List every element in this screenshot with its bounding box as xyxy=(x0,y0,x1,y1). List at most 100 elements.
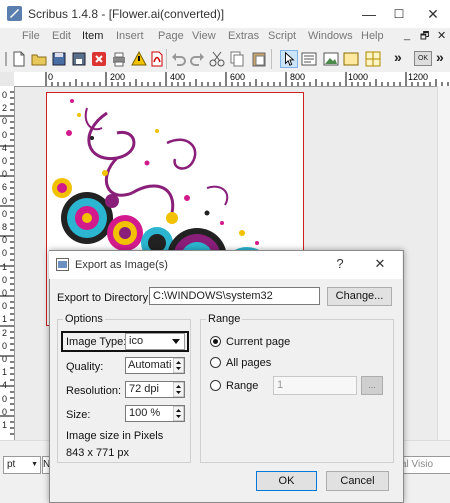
image-frame-icon[interactable] xyxy=(322,50,340,68)
vertical-scrollbar[interactable] xyxy=(437,86,450,440)
range-input[interactable]: 1 xyxy=(273,376,357,395)
ruler-label: 0 xyxy=(2,406,8,417)
render-frame-icon[interactable] xyxy=(342,50,360,68)
paste-icon[interactable] xyxy=(250,50,268,68)
range-title: Range xyxy=(206,313,243,325)
ruler-label: 1 xyxy=(2,261,8,272)
help-button[interactable]: ? xyxy=(327,253,353,275)
quality-value: Automatic xyxy=(128,359,172,371)
ruler-label: 200 xyxy=(110,72,126,82)
resolution-spinbox[interactable]: 72 dpi xyxy=(125,381,185,398)
close-document-icon[interactable] xyxy=(90,50,108,68)
menu-item[interactable]: Item xyxy=(82,30,103,42)
child-restore-button[interactable]: 🗗 xyxy=(420,29,429,46)
toolbar-more-button[interactable]: » xyxy=(394,49,402,65)
resolution-label: Resolution: xyxy=(66,385,122,397)
toolbar-separator xyxy=(271,49,272,69)
ruler-label: 0 xyxy=(2,195,8,206)
ruler-label: 800 xyxy=(290,72,306,82)
menu-edit[interactable]: Edit xyxy=(52,30,71,42)
dialog-close-button[interactable]: ✕ xyxy=(367,253,393,275)
ruler-label: 1 xyxy=(2,314,8,325)
ruler-label: 0 xyxy=(2,274,8,285)
menu-help[interactable]: Help xyxy=(361,30,384,42)
ruler-label: 0 xyxy=(2,340,8,351)
table-icon[interactable] xyxy=(364,50,382,68)
menu-windows[interactable]: Windows xyxy=(308,30,353,42)
ruler-label: 6 xyxy=(2,182,8,193)
toolbar-more-button-2[interactable]: » xyxy=(436,49,444,65)
select-item-icon[interactable] xyxy=(280,50,298,68)
quality-select[interactable]: Automatic xyxy=(125,357,185,374)
ruler-label: 400 xyxy=(170,72,186,82)
range-radio[interactable] xyxy=(210,380,221,391)
size-spinbox[interactable]: 100 % xyxy=(125,405,185,422)
size-label: Size: xyxy=(66,409,91,421)
ruler-label: 0 xyxy=(2,393,8,404)
spin-arrows-icon[interactable] xyxy=(173,406,184,421)
image-type-value: ico xyxy=(129,335,144,347)
ruler-label: 0 xyxy=(2,235,8,246)
image-type-label: Image Type: xyxy=(66,336,127,348)
cut-icon[interactable] xyxy=(208,50,226,68)
size-value: 100 % xyxy=(129,407,161,419)
preflight-verifier-icon[interactable] xyxy=(130,50,148,68)
menu-view[interactable]: View xyxy=(192,30,216,42)
save-icon[interactable] xyxy=(50,50,68,68)
unit-select[interactable]: pt ▼ xyxy=(3,456,41,474)
menu-insert[interactable]: Insert xyxy=(116,30,144,42)
copy-icon[interactable] xyxy=(228,50,246,68)
image-type-select[interactable]: ico xyxy=(125,333,185,350)
ruler-label: 0 xyxy=(2,90,8,100)
ruler-label: 0 xyxy=(2,354,8,364)
export-pdf-icon[interactable] xyxy=(148,50,166,68)
maximize-button[interactable]: ☐ xyxy=(384,2,414,26)
ok-button[interactable]: OK xyxy=(256,471,317,491)
ruler-label: 8 xyxy=(2,222,8,232)
ruler-label: 1 xyxy=(2,420,8,430)
current-page-radio[interactable] xyxy=(210,336,221,347)
print-icon[interactable] xyxy=(110,50,128,68)
text-frame-icon[interactable] xyxy=(300,50,318,68)
minimize-button[interactable]: — xyxy=(354,2,384,26)
export-directory-field[interactable]: C:\WINDOWS\system32 xyxy=(149,287,320,305)
all-pages-radio[interactable] xyxy=(210,357,221,368)
cancel-button[interactable]: Cancel xyxy=(326,471,389,491)
ruler-label: 4 xyxy=(2,380,8,391)
menu-page[interactable]: Page xyxy=(158,30,184,42)
menu-script[interactable]: Script xyxy=(268,30,296,42)
vertical-ruler: 0 2 0 0 4 0 0 6 0 0 8 0 0 1 0 0 0 1 2 0 0 1 4 0 0 1 xyxy=(0,86,15,440)
new-document-icon[interactable] xyxy=(10,50,28,68)
range-browse-button[interactable]: ... xyxy=(361,376,383,395)
change-button[interactable]: Change... xyxy=(327,287,392,306)
image-size-pixels-label: Image size in Pixels xyxy=(66,430,164,442)
ruler-corner xyxy=(0,72,14,86)
ruler-label: 600 xyxy=(230,72,246,82)
visual-appearance-select[interactable]: al Visio xyxy=(400,456,450,474)
image-size-pixels-value: 843 x 771 px xyxy=(66,447,129,459)
chevron-down-icon xyxy=(172,339,180,344)
ruler-label: 0 xyxy=(2,129,8,140)
spin-arrows-icon[interactable] xyxy=(173,382,184,397)
ruler-label: 0 xyxy=(2,169,8,180)
range-label: Range xyxy=(226,380,259,392)
ruler-label: 1 xyxy=(2,367,8,378)
ruler-label: 0 xyxy=(2,156,8,166)
close-button[interactable]: ✕ xyxy=(418,2,448,26)
ruler-label: 0 xyxy=(2,288,8,298)
horizontal-ruler: 0 200 400 600 800 1000 1200 xyxy=(14,72,450,87)
toolbar-ok-icon[interactable]: OK xyxy=(414,51,432,66)
menu-extras[interactable]: Extras xyxy=(228,30,259,42)
ruler-label: 0 xyxy=(2,116,8,127)
options-title: Options xyxy=(63,313,105,325)
open-document-icon[interactable] xyxy=(30,50,48,68)
menu-file[interactable]: File xyxy=(22,30,40,42)
all-pages-label: All pages xyxy=(226,357,272,369)
window-title: Scribus 1.4.8 - [Flower.ai(converted)] xyxy=(28,7,225,21)
child-minimize-button[interactable]: _ xyxy=(404,29,410,41)
save-as-icon[interactable] xyxy=(70,50,88,68)
undo-icon[interactable] xyxy=(170,50,188,68)
redo-icon[interactable] xyxy=(188,50,206,68)
spin-arrows-icon[interactable] xyxy=(173,358,184,373)
child-close-button[interactable]: ✕ xyxy=(437,29,446,42)
